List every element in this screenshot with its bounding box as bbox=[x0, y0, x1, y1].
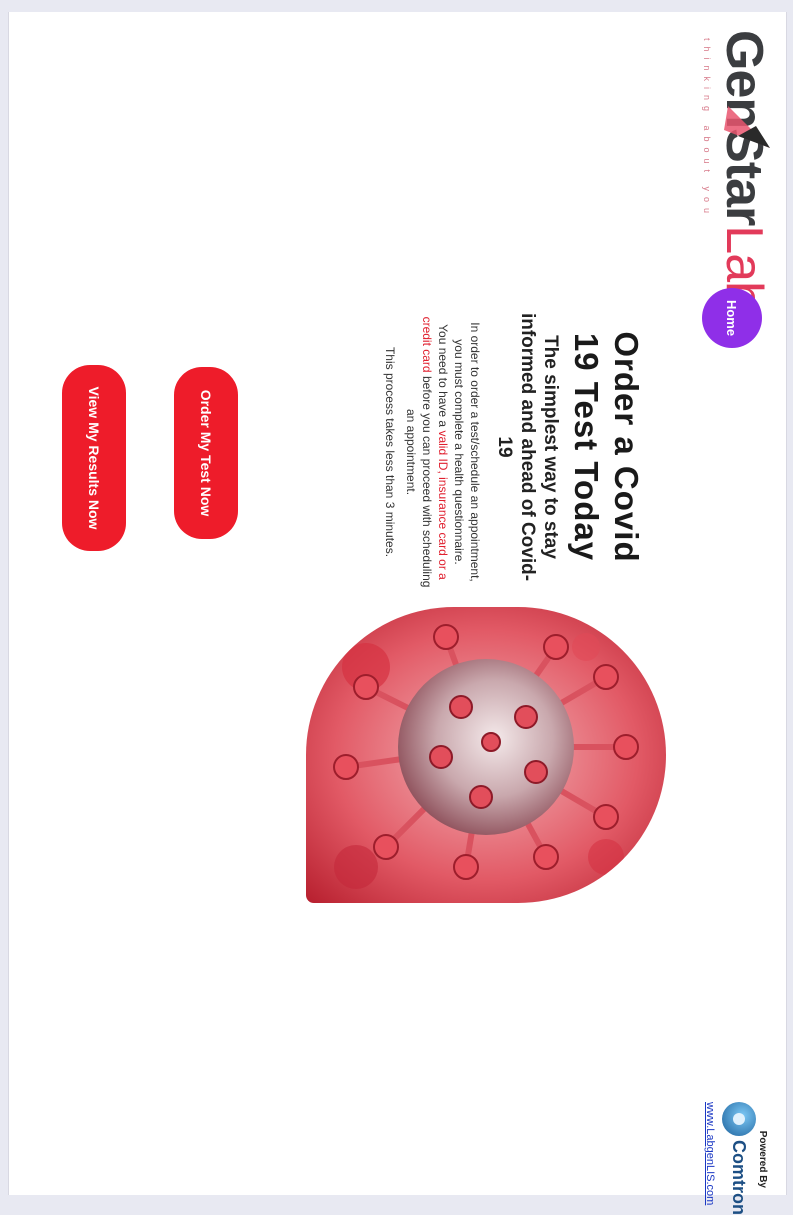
comtron-brand: Comtron bbox=[722, 1102, 756, 1215]
view-results-button[interactable]: View My Results Now bbox=[62, 365, 126, 551]
powered-by-label: Powered By bbox=[757, 1130, 768, 1188]
order-test-button[interactable]: Order My Test Now bbox=[174, 367, 238, 539]
page-title: Order a Covid 19 Test Today bbox=[568, 331, 645, 563]
coronavirus-illustration bbox=[306, 607, 666, 903]
site-header: GenStarLabs thinking about you Home bbox=[671, 12, 786, 1195]
requirements-prefix: You need to have a bbox=[436, 324, 450, 431]
page-frame: GenStarLabs thinking about you Home Orde… bbox=[8, 12, 787, 1215]
genstar-logo[interactable]: GenStarLabs thinking about you bbox=[686, 30, 776, 334]
logo-tagline: thinking about you bbox=[702, 38, 712, 220]
star-icon bbox=[724, 106, 770, 148]
page-subtitle: The simplest way to stay informed and ah… bbox=[494, 312, 561, 582]
virus-hero-image bbox=[306, 607, 666, 903]
comtron-logo-icon bbox=[722, 1102, 756, 1136]
requirements-note: You need to have a valid ID, insurance c… bbox=[403, 312, 451, 592]
rotated-page: GenStarLabs thinking about you Home Orde… bbox=[9, 12, 786, 1215]
comtron-wordmark: Comtron bbox=[729, 1140, 750, 1215]
home-button[interactable]: Home bbox=[702, 288, 762, 348]
labgen-link[interactable]: www.LabgenLIS.com bbox=[704, 1102, 716, 1205]
requirements-suffix: before you can proceed with scheduling a… bbox=[404, 372, 434, 588]
questionnaire-note: In order to order a test/schedule an app… bbox=[452, 322, 482, 582]
process-time-note: This process takes less than 3 minutes. bbox=[383, 346, 397, 558]
powered-by-block: Powered By Comtron www.LabgenLIS.com bbox=[686, 1102, 776, 1215]
